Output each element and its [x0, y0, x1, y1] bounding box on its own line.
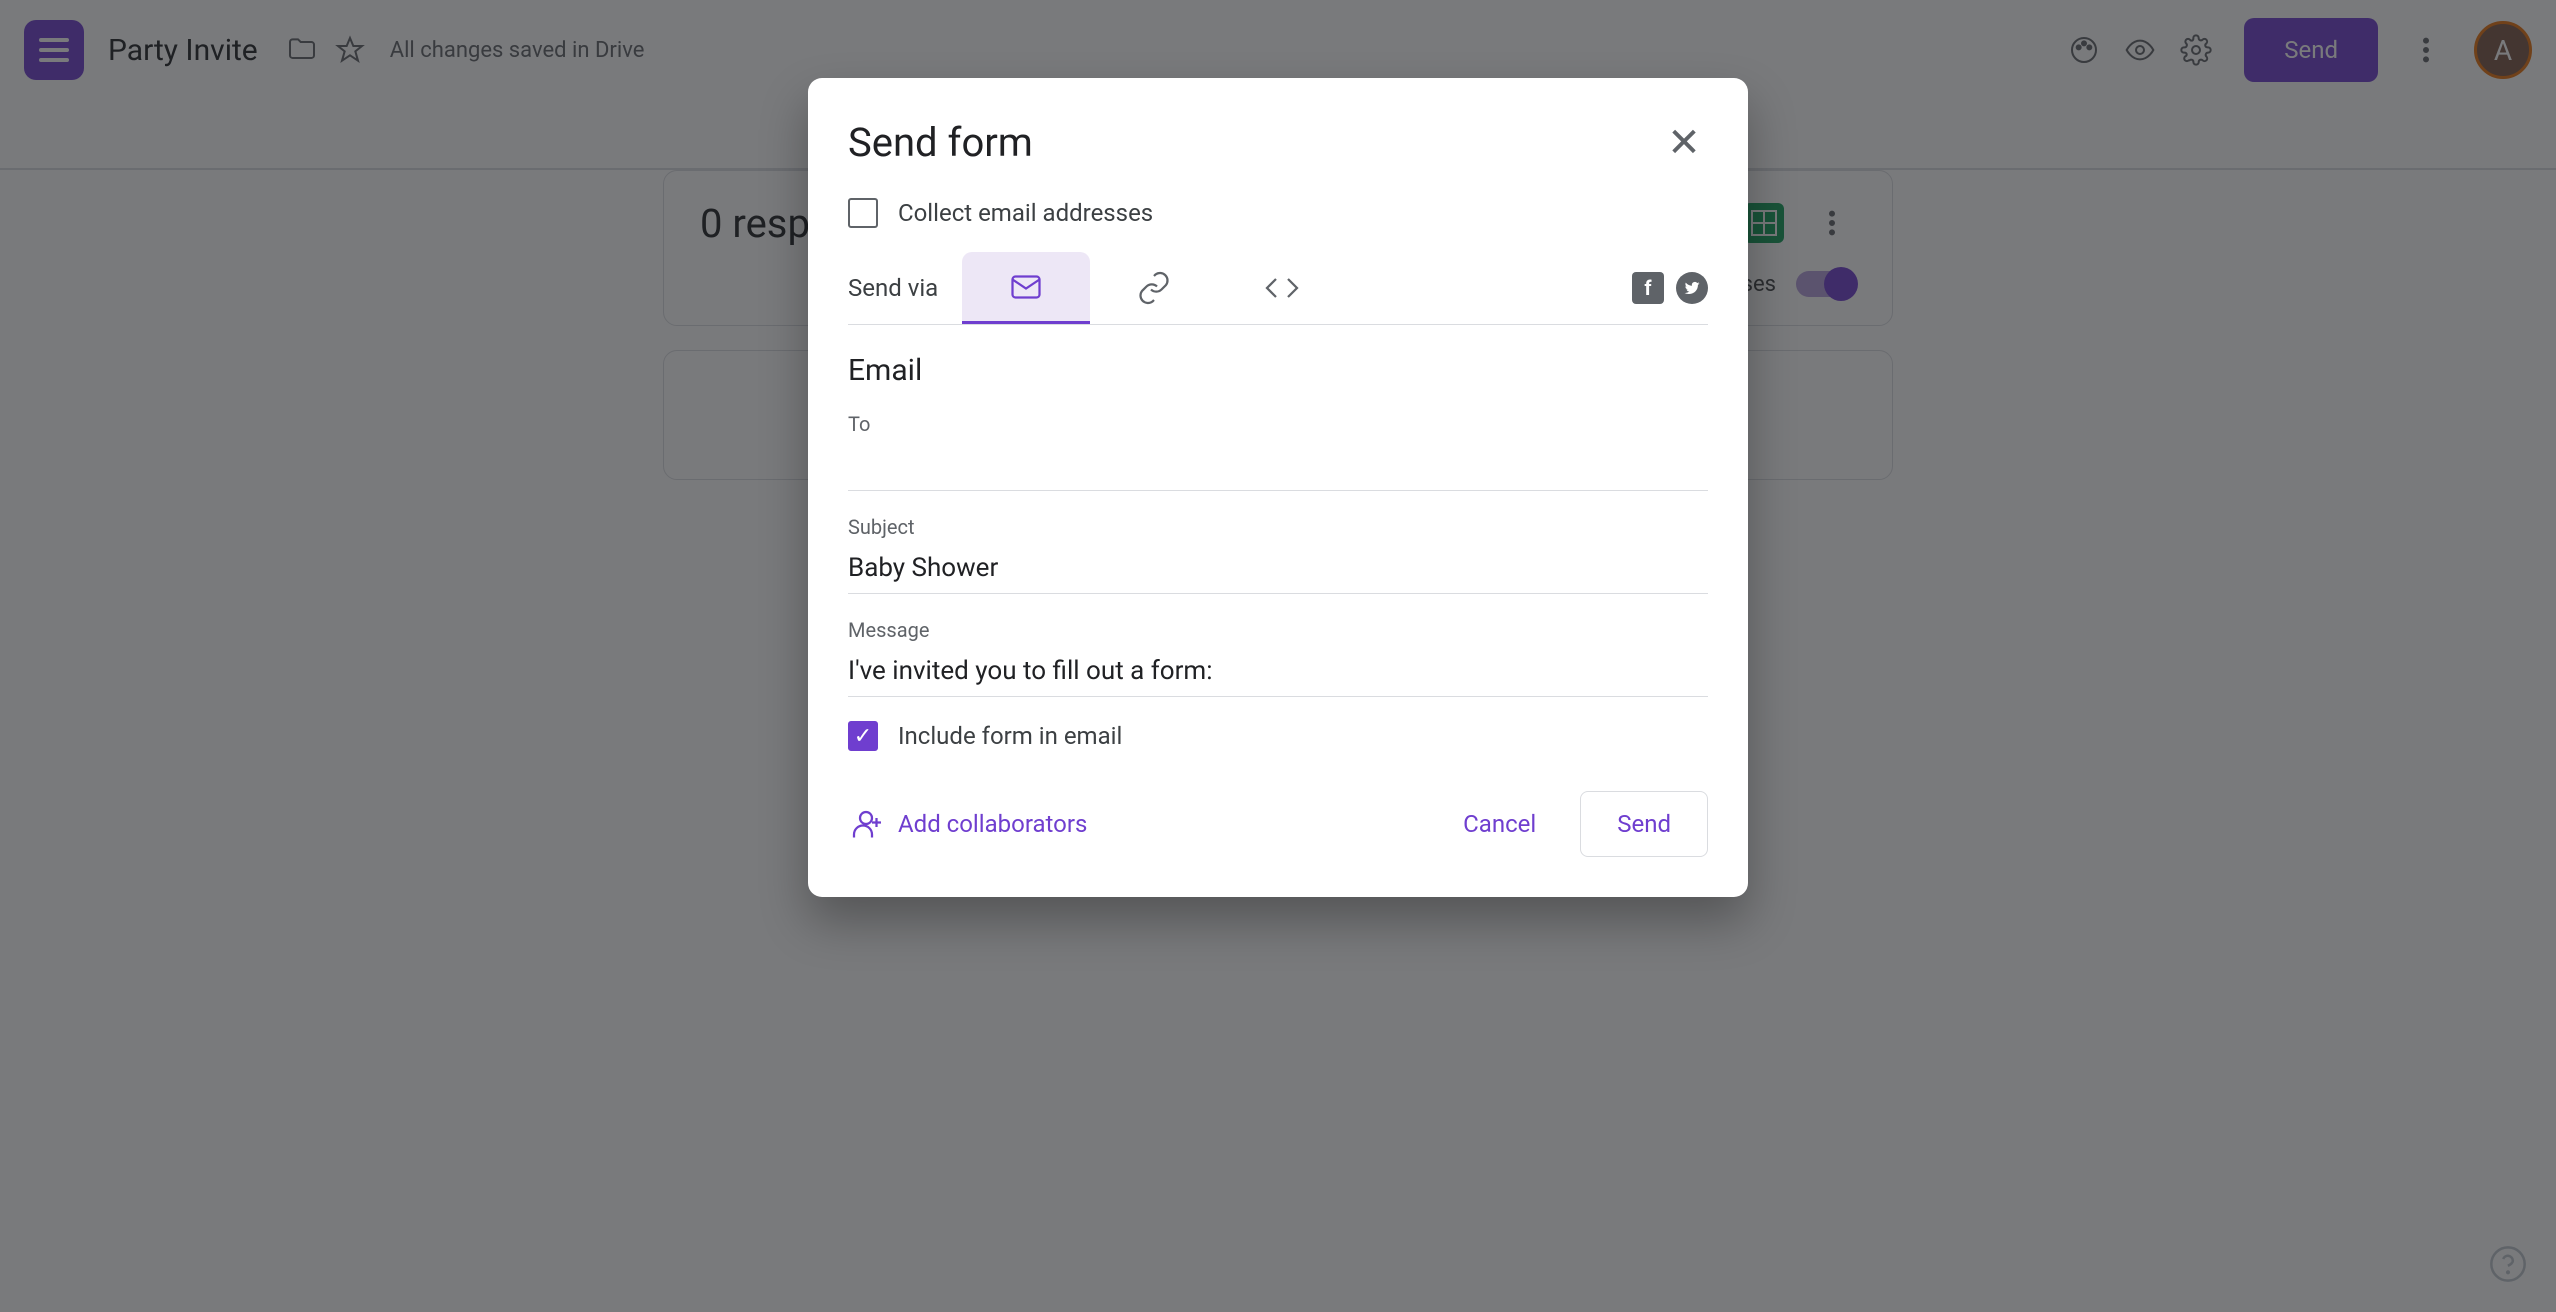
collect-email-label: Collect email addresses	[898, 199, 1153, 227]
to-label: To	[848, 412, 1708, 436]
include-form-checkbox[interactable]: ✓	[848, 721, 878, 751]
email-section-label: Email	[848, 353, 1708, 388]
include-form-label: Include form in email	[898, 722, 1122, 750]
help-icon[interactable]	[2484, 1240, 2532, 1288]
tab-link[interactable]	[1090, 252, 1218, 324]
add-collaborators-button[interactable]: Add collaborators	[848, 806, 1087, 842]
modal-title: Send form	[848, 119, 1033, 166]
send-form-modal: Send form ✕ Collect email addresses Send…	[808, 78, 1748, 897]
add-collaborators-label: Add collaborators	[898, 810, 1087, 838]
add-person-icon	[848, 806, 884, 842]
include-form-row[interactable]: ✓ Include form in email	[848, 721, 1708, 751]
modal-send-button[interactable]: Send	[1580, 791, 1708, 857]
collect-email-checkbox[interactable]	[848, 198, 878, 228]
collect-email-row[interactable]: Collect email addresses	[848, 198, 1708, 228]
cancel-button[interactable]: Cancel	[1431, 792, 1568, 856]
facebook-icon[interactable]: f	[1632, 272, 1664, 304]
tab-email[interactable]	[962, 252, 1090, 324]
twitter-icon[interactable]	[1676, 272, 1708, 304]
tab-embed[interactable]	[1218, 252, 1346, 324]
modal-overlay: Send form ✕ Collect email addresses Send…	[0, 0, 2556, 1312]
send-via-label: Send via	[848, 274, 938, 302]
close-icon[interactable]: ✕	[1660, 118, 1708, 166]
send-via-tabs: Send via f	[848, 252, 1708, 325]
message-input[interactable]	[848, 646, 1708, 697]
to-input[interactable]	[848, 440, 1708, 491]
subject-input[interactable]	[848, 543, 1708, 594]
message-label: Message	[848, 618, 1708, 642]
subject-label: Subject	[848, 515, 1708, 539]
